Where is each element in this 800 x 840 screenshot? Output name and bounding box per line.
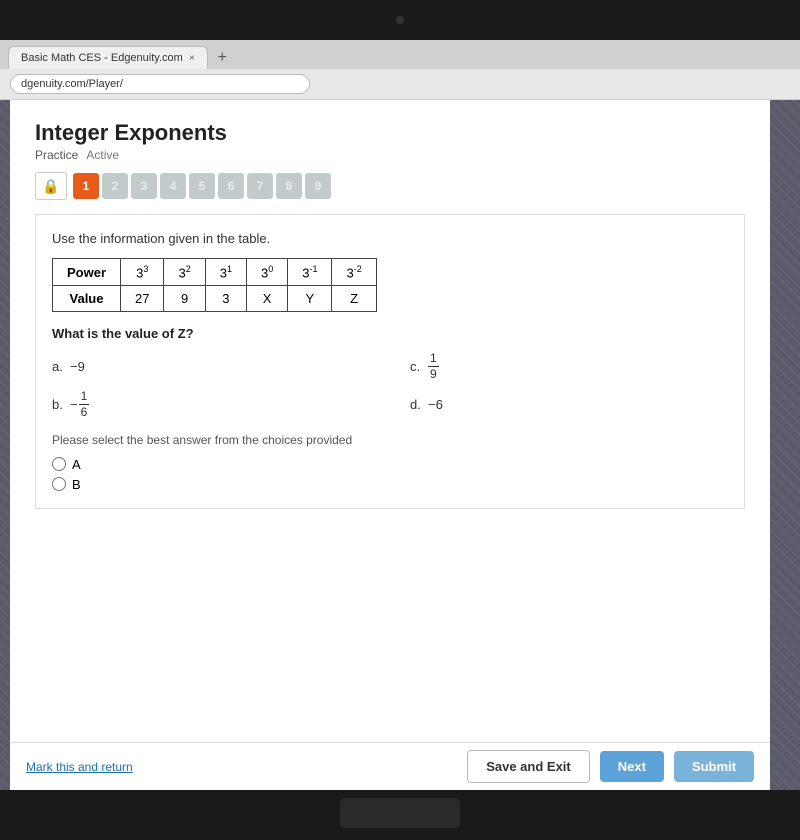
- trackpad: [340, 798, 460, 828]
- radio-circle-b: [52, 477, 66, 491]
- table-value-y: Y: [288, 286, 332, 312]
- table-power-6: 3-2: [332, 259, 376, 286]
- save-exit-button[interactable]: Save and Exit: [467, 750, 590, 783]
- option-b-numerator: 1: [79, 389, 90, 404]
- option-c-fraction: 1 9: [428, 351, 439, 381]
- answer-grid: a. −9 c. 1 9 b. − 1: [52, 351, 728, 419]
- mark-return-link[interactable]: Mark this and return: [26, 760, 457, 774]
- radio-label-b: B: [72, 477, 81, 492]
- radio-options: A B: [52, 457, 728, 492]
- option-d-label: d.: [410, 397, 424, 412]
- page-title: Integer Exponents: [35, 120, 745, 146]
- table-header-value: Value: [53, 286, 121, 312]
- option-c-denominator: 9: [428, 367, 439, 381]
- table-power-2: 32: [164, 259, 205, 286]
- table-power-3: 31: [205, 259, 246, 286]
- lock-icon: 🔒: [42, 178, 59, 195]
- answer-option-a: a. −9: [52, 351, 370, 381]
- question-number-5[interactable]: 5: [189, 173, 215, 199]
- option-a-value: −9: [70, 359, 85, 374]
- select-message: Please select the best answer from the c…: [52, 433, 728, 447]
- question-text: What is the value of Z?: [52, 326, 728, 341]
- question-number-7[interactable]: 7: [247, 173, 273, 199]
- laptop-bottom-bezel: [0, 790, 800, 840]
- question-number-8[interactable]: 8: [276, 173, 302, 199]
- table-value-z: Z: [332, 286, 376, 312]
- option-b-fraction: 1 6: [79, 389, 90, 419]
- table-value-2: 9: [164, 286, 205, 312]
- question-number-4[interactable]: 4: [160, 173, 186, 199]
- laptop-top-bezel: [0, 0, 800, 40]
- question-number-1[interactable]: 1: [73, 173, 99, 199]
- table-power-5: 3-1: [288, 259, 332, 286]
- option-d-value: −6: [428, 397, 443, 412]
- table-value-x: X: [246, 286, 287, 312]
- answer-option-c: c. 1 9: [410, 351, 728, 381]
- question-instruction: Use the information given in the table.: [52, 231, 728, 246]
- tab-close-button[interactable]: ×: [189, 53, 195, 64]
- tab-bar: Basic Math CES - Edgenuity.com × +: [0, 40, 800, 69]
- page-content: Integer Exponents Practice Active 🔒 1 2 …: [10, 100, 770, 790]
- option-c-numerator: 1: [428, 351, 439, 366]
- new-tab-button[interactable]: +: [212, 47, 233, 69]
- table-value-1: 27: [121, 286, 164, 312]
- option-b-neg-fraction: − 1 6: [70, 389, 89, 419]
- question-numbers: 1 2 3 4 5 6 7 8 9: [73, 173, 331, 199]
- camera: [396, 16, 404, 24]
- answer-option-b: b. − 1 6: [52, 389, 370, 419]
- question-number-2[interactable]: 2: [102, 173, 128, 199]
- practice-label: Practice: [35, 148, 78, 162]
- table-header-power: Power: [53, 259, 121, 286]
- browser-tab[interactable]: Basic Math CES - Edgenuity.com ×: [8, 46, 208, 69]
- radio-label-a: A: [72, 457, 81, 472]
- tab-label: Basic Math CES - Edgenuity.com: [21, 52, 183, 64]
- question-number-9[interactable]: 9: [305, 173, 331, 199]
- option-b-denominator: 6: [79, 405, 90, 419]
- question-number-6[interactable]: 6: [218, 173, 244, 199]
- radio-option-a[interactable]: A: [52, 457, 728, 472]
- table-power-1: 33: [121, 259, 164, 286]
- next-button[interactable]: Next: [600, 751, 664, 782]
- lock-icon-box: 🔒: [35, 172, 67, 200]
- active-badge: Active: [86, 148, 119, 162]
- browser-chrome: Basic Math CES - Edgenuity.com × + dgenu…: [0, 40, 800, 100]
- answer-option-d: d. −6: [410, 389, 728, 419]
- bottom-bar: Mark this and return Save and Exit Next …: [10, 742, 770, 790]
- option-a-label: a.: [52, 359, 66, 374]
- question-box: Use the information given in the table. …: [35, 214, 745, 509]
- submit-button[interactable]: Submit: [674, 751, 754, 782]
- table-value-3: 3: [205, 286, 246, 312]
- radio-circle-a: [52, 457, 66, 471]
- option-b-minus: −: [70, 397, 78, 412]
- address-bar: dgenuity.com/Player/: [0, 69, 800, 99]
- question-number-3[interactable]: 3: [131, 173, 157, 199]
- option-c-label: c.: [410, 359, 424, 374]
- powers-table: Power 33 32 31 30 3-1 3-2 Value 27 9 3 X…: [52, 258, 377, 312]
- url-input[interactable]: dgenuity.com/Player/: [10, 74, 310, 94]
- option-b-label: b.: [52, 397, 66, 412]
- page-subtitle: Practice Active: [35, 148, 745, 162]
- radio-option-b[interactable]: B: [52, 477, 728, 492]
- content-area: Integer Exponents Practice Active 🔒 1 2 …: [0, 100, 800, 790]
- question-bar: 🔒 1 2 3 4 5 6 7 8 9: [35, 172, 745, 200]
- table-power-4: 30: [246, 259, 287, 286]
